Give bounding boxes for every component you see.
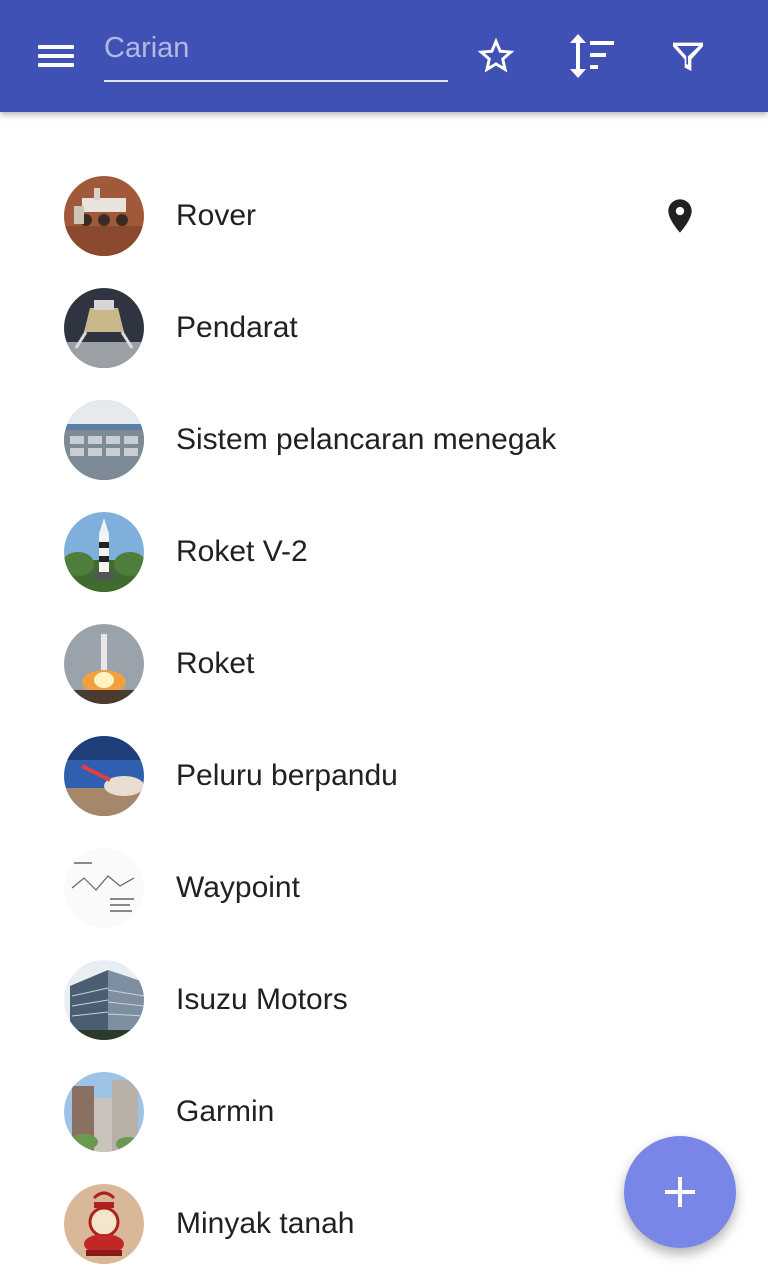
office-building-photo bbox=[64, 960, 144, 1040]
item-label: Waypoint bbox=[176, 871, 300, 904]
star-outline-icon[interactable] bbox=[468, 28, 524, 84]
launch-system-photo bbox=[64, 400, 144, 480]
add-button[interactable] bbox=[624, 1136, 736, 1248]
filter-icon[interactable] bbox=[660, 28, 716, 84]
list-item[interactable]: Peluru berpandu bbox=[0, 720, 768, 832]
item-label: Roket bbox=[176, 647, 255, 680]
item-label: Pendarat bbox=[176, 311, 298, 344]
list-item[interactable]: Waypoint bbox=[0, 832, 768, 944]
missile-photo bbox=[64, 736, 144, 816]
item-label: Garmin bbox=[176, 1095, 275, 1128]
item-label: Peluru berpandu bbox=[176, 759, 398, 792]
item-label: Roket V-2 bbox=[176, 535, 308, 568]
item-label: Minyak tanah bbox=[176, 1207, 355, 1240]
list-item[interactable]: Rover bbox=[0, 160, 768, 272]
list-item[interactable]: Pendarat bbox=[0, 272, 768, 384]
rocket-launch-photo bbox=[64, 624, 144, 704]
rover-photo bbox=[64, 176, 144, 256]
menu-icon[interactable] bbox=[28, 34, 84, 78]
search-input[interactable] bbox=[104, 26, 448, 80]
list-item[interactable]: Sistem pelancaran menegak bbox=[0, 384, 768, 496]
city-buildings-photo bbox=[64, 1072, 144, 1152]
lunar-lander-photo bbox=[64, 288, 144, 368]
search-field[interactable] bbox=[104, 26, 448, 82]
list-item[interactable]: Isuzu Motors bbox=[0, 944, 768, 1056]
waypoint-diagram bbox=[64, 848, 144, 928]
add-icon bbox=[665, 1177, 695, 1207]
sort-icon[interactable] bbox=[563, 28, 619, 84]
list-item[interactable]: Roket bbox=[0, 608, 768, 720]
list-item[interactable]: Roket V-2 bbox=[0, 496, 768, 608]
item-label: Isuzu Motors bbox=[176, 983, 348, 1016]
item-list: Rover Pendarat Sistem pelancaran menegak… bbox=[0, 160, 768, 1280]
item-label: Sistem pelancaran menegak bbox=[176, 423, 557, 456]
v2-rocket-photo bbox=[64, 512, 144, 592]
kerosene-lamp-photo bbox=[64, 1184, 144, 1264]
item-label: Rover bbox=[176, 199, 257, 232]
location-pin-icon[interactable] bbox=[660, 194, 700, 238]
app-bar bbox=[0, 0, 768, 112]
